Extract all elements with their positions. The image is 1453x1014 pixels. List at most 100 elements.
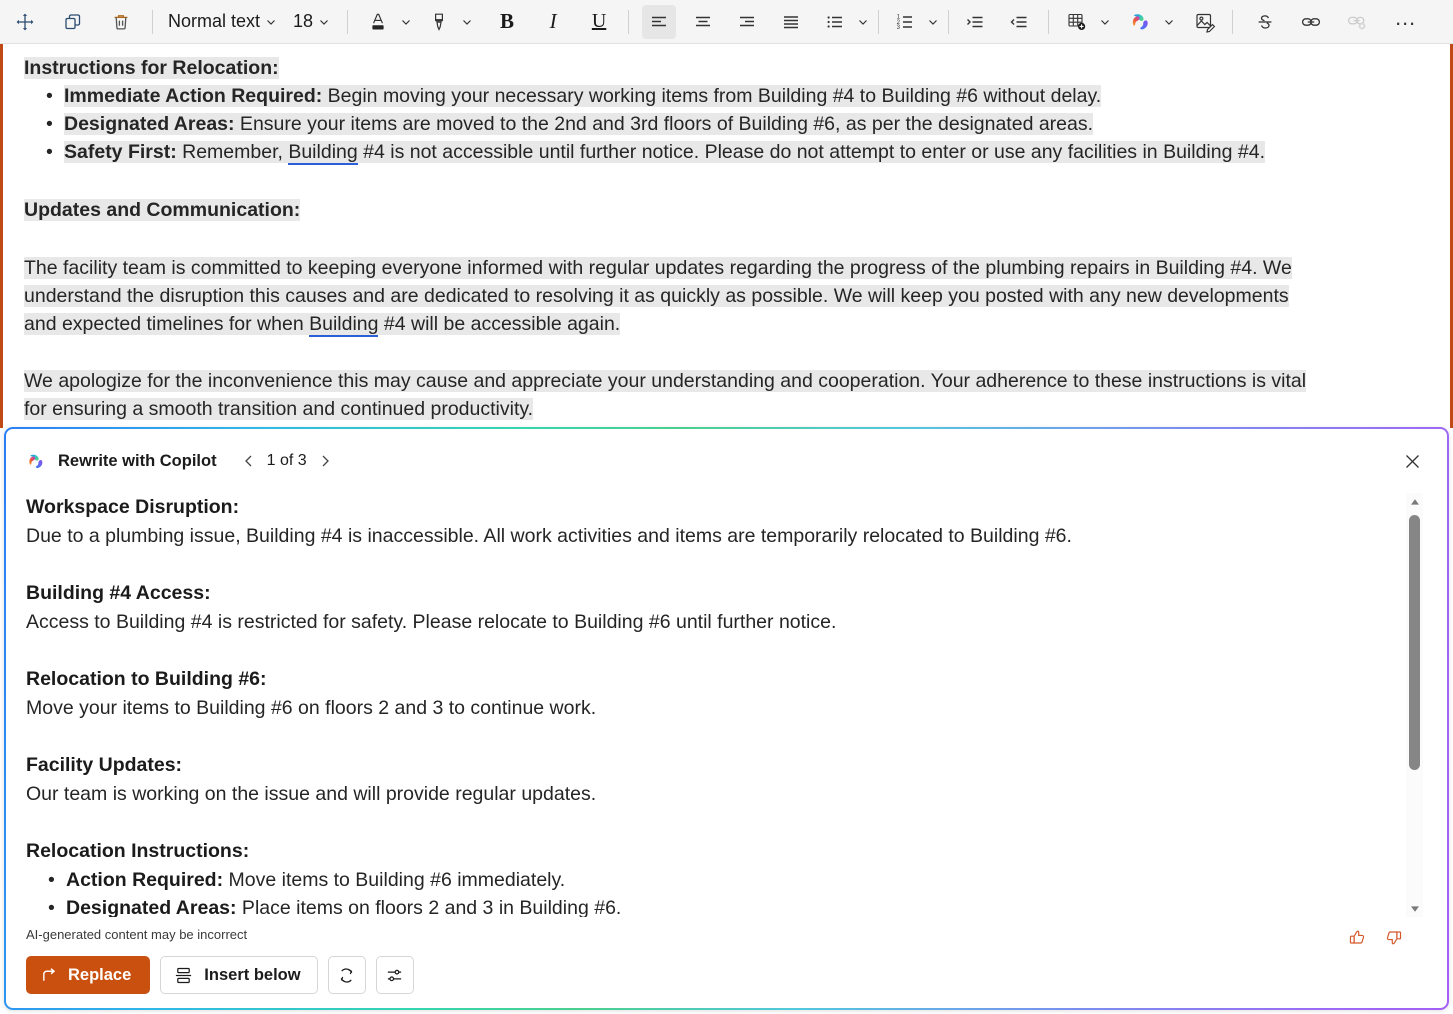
suggestion-body: Due to a plumbing issue, Building #4 is …	[26, 525, 1072, 547]
scroll-up-icon[interactable]	[1406, 493, 1423, 510]
copy-icon[interactable]	[56, 5, 90, 39]
insert-below-label: Insert below	[204, 965, 301, 984]
highlight-icon[interactable]	[422, 5, 456, 39]
toolbar-divider	[878, 9, 880, 34]
thumbs-down-icon[interactable]	[1381, 925, 1405, 949]
document-canvas[interactable]: Instructions for Relocation: Immediate A…	[0, 44, 1453, 428]
suggestion-body: Move your items to Building #6 on floors…	[26, 697, 597, 719]
suggestion-bullet-list: Action Required: Move items to Building …	[26, 866, 1408, 917]
insert-table-button[interactable]	[1060, 5, 1094, 39]
underline-button[interactable]: U	[582, 5, 616, 39]
paragraph-style-select[interactable]: Normal text	[158, 5, 284, 39]
copilot-panel-header: Rewrite with Copilot 1 of 3	[6, 429, 1447, 493]
grammar-flagged-word[interactable]: Building	[288, 141, 358, 165]
rewrite-with-copilot-panel: Rewrite with Copilot 1 of 3 Workspace Di…	[4, 427, 1449, 1010]
sliders-icon	[385, 966, 404, 985]
adjust-settings-button[interactable]	[375, 956, 414, 994]
grammar-flagged-word[interactable]: Building	[309, 313, 379, 337]
paragraph-style-value: Normal text	[168, 11, 261, 31]
font-size-value: 18	[293, 11, 314, 31]
scrollbar-thumb[interactable]	[1409, 515, 1420, 770]
thumbs-up-icon[interactable]	[1345, 925, 1369, 949]
toolbar-divider	[347, 9, 349, 34]
toolbar-divider	[948, 9, 950, 34]
doc-paragraph-updates: The facility team is committed to keepin…	[24, 257, 1292, 337]
chevron-down-icon[interactable]	[313, 5, 335, 39]
ai-disclaimer: AI-generated content may be incorrect	[26, 927, 248, 942]
chevron-down-icon[interactable]	[852, 5, 874, 39]
toolbar-divider	[1232, 9, 1234, 34]
list-item: Designated Areas: Place items on floors …	[26, 894, 1408, 917]
remove-link-button	[1340, 5, 1374, 39]
previous-suggestion-button[interactable]	[235, 447, 263, 475]
bold-button[interactable]: B	[490, 5, 524, 39]
align-center-button[interactable]	[686, 5, 720, 39]
delete-icon[interactable]	[104, 5, 138, 39]
more-options-button[interactable]: …	[1388, 5, 1422, 39]
replace-icon	[41, 967, 58, 984]
insert-link-button[interactable]	[1294, 5, 1328, 39]
suggestion-heading: Building #4 Access:	[26, 582, 211, 604]
close-icon[interactable]	[1395, 444, 1429, 478]
toolbar-divider	[152, 9, 153, 34]
increase-indent-button[interactable]	[958, 5, 992, 39]
list-item: Immediate Action Required: Begin moving …	[24, 82, 1424, 110]
copilot-action-bar: Replace Insert below	[26, 956, 414, 994]
svg-text:3: 3	[897, 25, 901, 31]
doc-heading-instructions: Instructions for Relocation:	[24, 57, 279, 79]
copilot-icon[interactable]	[1124, 5, 1158, 39]
chevron-down-icon[interactable]	[922, 5, 944, 39]
suggestion-body: Our team is working on the issue and wil…	[26, 783, 597, 805]
replace-button[interactable]: Replace	[26, 956, 151, 994]
regenerate-icon	[337, 966, 356, 985]
chevron-down-icon[interactable]	[260, 5, 282, 39]
formatting-toolbar: Normal text 18 B I U 1 2 3 …	[0, 0, 1453, 44]
align-justify-button[interactable]	[774, 5, 808, 39]
feedback-controls	[1345, 925, 1405, 949]
chevron-down-icon[interactable]	[1158, 5, 1180, 39]
doc-heading-updates: Updates and Communication:	[24, 199, 301, 221]
list-item: Designated Areas: Ensure your items are …	[24, 110, 1424, 138]
decrease-indent-button[interactable]	[1002, 5, 1036, 39]
strikethrough-button[interactable]	[1248, 5, 1282, 39]
copilot-panel-title: Rewrite with Copilot	[58, 451, 217, 470]
doc-bullet-list: Immediate Action Required: Begin moving …	[24, 82, 1424, 166]
scroll-down-icon[interactable]	[1406, 900, 1423, 917]
replace-label: Replace	[68, 965, 132, 984]
suggestion-body: Access to Building #4 is restricted for …	[26, 611, 837, 633]
regenerate-button[interactable]	[327, 956, 366, 994]
page-left-margin-rule	[0, 44, 3, 428]
copilot-suggestion-content[interactable]: Workspace Disruption: Due to a plumbing …	[6, 493, 1408, 917]
next-suggestion-button[interactable]	[311, 447, 339, 475]
move-handle-icon[interactable]	[8, 5, 42, 39]
suggestion-heading: Facility Updates:	[26, 754, 183, 776]
doc-paragraph-apology: We apologize for the inconvenience this …	[24, 370, 1307, 420]
font-color-icon[interactable]	[361, 5, 395, 39]
italic-button[interactable]: I	[536, 5, 570, 39]
align-right-button[interactable]	[730, 5, 764, 39]
list-item: Safety First: Remember, Building #4 is n…	[24, 138, 1424, 166]
chevron-down-icon[interactable]	[456, 5, 478, 39]
chevron-down-icon[interactable]	[1094, 5, 1116, 39]
suggestion-counter: 1 of 3	[266, 452, 307, 469]
suggestion-heading: Relocation to Building #6:	[26, 668, 267, 690]
toolbar-divider	[1048, 9, 1050, 34]
edit-image-button[interactable]	[1188, 5, 1222, 39]
insert-below-icon	[174, 966, 193, 985]
suggestion-scrollbar[interactable]	[1406, 493, 1423, 917]
copilot-icon	[26, 451, 47, 472]
bulleted-list-button[interactable]	[818, 5, 852, 39]
align-left-button[interactable]	[642, 4, 677, 39]
toolbar-divider	[628, 9, 630, 34]
suggestion-heading: Workspace Disruption:	[26, 496, 240, 518]
numbered-list-button[interactable]: 1 2 3	[888, 5, 922, 39]
font-size-select[interactable]: 18	[284, 5, 337, 39]
chevron-down-icon[interactable]	[395, 5, 417, 39]
insert-below-button[interactable]: Insert below	[160, 956, 318, 994]
list-item: Action Required: Move items to Building …	[26, 866, 1408, 894]
suggestion-heading: Relocation Instructions:	[26, 840, 250, 862]
